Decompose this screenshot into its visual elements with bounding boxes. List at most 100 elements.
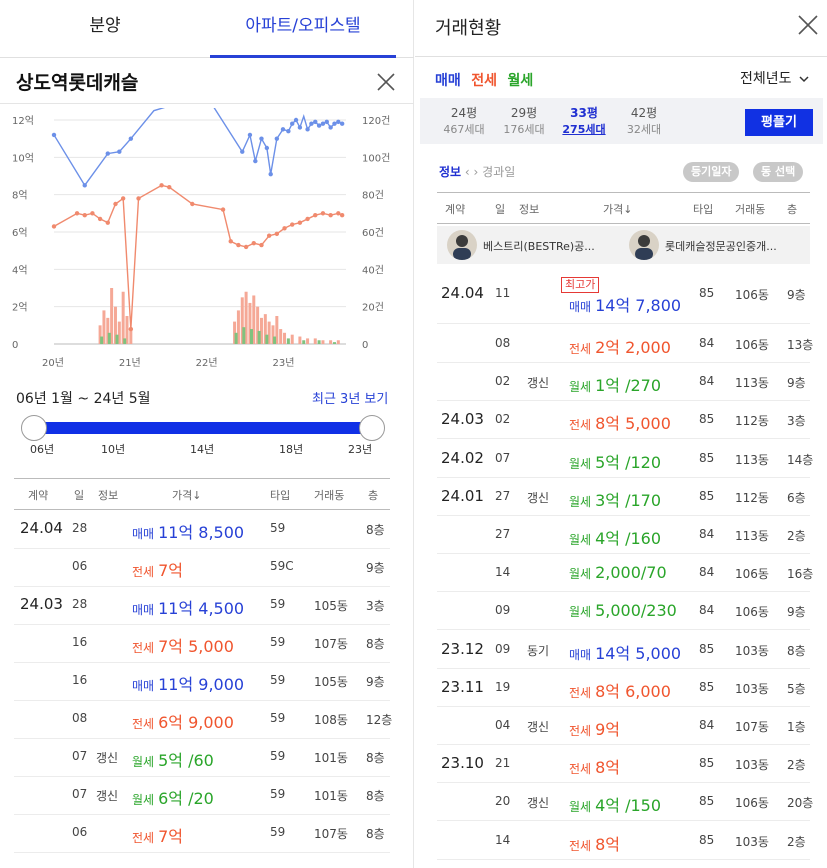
table-row[interactable]: 06 전세 7억 59C 9층 xyxy=(14,549,390,587)
header-price-sort[interactable]: 가격↓ xyxy=(603,201,632,217)
tab-apartment-officetel[interactable]: 아파트/오피스텔 xyxy=(210,0,396,58)
divider xyxy=(415,56,827,57)
size-area: 24평 xyxy=(450,106,478,120)
table-row[interactable]: 24.03 28 매매 11억 4,500 59 105동 3층 xyxy=(14,587,390,625)
table-row[interactable]: 07 갱신 월세 5억 /60 59 101동 8층 xyxy=(14,739,390,777)
table-row[interactable]: 24.04 11 매매 14억 7,800 85 106동 9층 xyxy=(437,264,810,324)
price-value: 9억 xyxy=(595,720,620,739)
year-filter-dropdown[interactable]: 전체년도 xyxy=(740,68,809,88)
dong-select-button[interactable]: 동 선택 xyxy=(753,162,804,182)
building-dong: 107동 xyxy=(314,637,348,651)
volume-bar xyxy=(317,340,321,344)
table-row[interactable]: 23.12 09 동기 매매 14억 5,000 85 103동 8층 xyxy=(437,631,810,669)
info-toggle[interactable]: 정보 ‹ › 경과일 xyxy=(439,163,515,180)
recent-3-years-button[interactable]: 최근 3년 보기 xyxy=(312,388,388,407)
contract-day: 09 xyxy=(495,603,511,618)
header-day: 일 xyxy=(495,203,506,216)
price-value: 2억 2,000 xyxy=(595,338,671,357)
deal-kind: 전세 xyxy=(132,641,155,655)
deal-kind: 전세 xyxy=(569,838,592,853)
period-slider-track[interactable] xyxy=(34,422,372,434)
price-point xyxy=(243,244,249,250)
volume-bar xyxy=(321,340,325,344)
deal-kind: 전세 xyxy=(569,724,592,738)
price-point xyxy=(128,136,134,141)
table-row[interactable]: 24.03 02 전세 8억 5,000 85 112동 3층 xyxy=(437,401,810,440)
price-point xyxy=(316,123,322,128)
deal-kind: 월세 xyxy=(569,605,592,620)
table-row[interactable]: 24.01 27 갱신 월세 3억 /170 85 112동 6층 xyxy=(437,478,810,516)
deal-kind: 월세 xyxy=(569,494,592,509)
unit-type: 59C xyxy=(270,559,294,573)
header-price-sort[interactable]: 가격↓ xyxy=(172,487,201,503)
period-slider-end-handle[interactable] xyxy=(359,415,385,441)
price-value: 8억 6,000 xyxy=(595,681,671,701)
close-icon[interactable] xyxy=(372,68,400,96)
y-left-tick-label: 4억 xyxy=(12,264,28,276)
deal-kind: 매매 xyxy=(132,527,155,541)
close-icon[interactable] xyxy=(795,12,821,38)
size-households: 176세대 xyxy=(503,123,545,136)
table-row[interactable]: 24.02 07 월세 5억 /120 85 113동 14층 xyxy=(437,440,813,478)
deal-kind: 월세 xyxy=(132,793,155,807)
deal-kind: 월세 xyxy=(569,380,592,395)
left-panel: 분양 아파트/오피스텔 상도역롯데캐슬 12억 120건 10억 100건 8억 80건 6… xyxy=(0,0,414,868)
table-row[interactable]: 27 월세 4억 /160 84 113동 2층 xyxy=(437,516,810,554)
filter-jeonse[interactable]: 전세 xyxy=(471,73,497,89)
price-point xyxy=(324,119,329,125)
floor: 6층 xyxy=(787,490,806,505)
price-value: 14억 5,000 xyxy=(595,643,682,663)
table-row[interactable]: 06 전세 7억 59 107동 8층 xyxy=(14,815,390,853)
table-row[interactable]: 09 월세 5,000/230 84 106동 9층 xyxy=(437,592,810,631)
unit-type: 85 xyxy=(699,832,715,847)
header-type: 타입 xyxy=(693,203,714,216)
period-slider-start-handle[interactable] xyxy=(21,415,47,441)
price-point xyxy=(113,201,118,207)
header-contract: 계약 xyxy=(28,489,49,502)
swap-arrows-icon: ‹ › xyxy=(464,165,483,179)
floor: 12층 xyxy=(366,713,393,727)
contract-month: 24.03 xyxy=(441,410,484,429)
table-row[interactable]: 16 매매 11억 9,000 59 105동 9층 xyxy=(14,663,390,701)
table-row[interactable]: 02 갱신 월세 1억 /270 84 113동 9층 xyxy=(437,363,810,402)
contract-day: 14 xyxy=(495,565,511,580)
tab-bar: 분양 아파트/오피스텔 xyxy=(0,0,414,58)
table-row[interactable]: 23.10 21 전세 8억 85 103동 2층 xyxy=(437,745,810,784)
size-option-24[interactable]: 24평 467세대 xyxy=(436,104,492,137)
table-row[interactable]: 08 전세 2억 2,000 84 106동 13층 xyxy=(437,325,813,363)
unit-type: 59 xyxy=(270,597,286,611)
table-row[interactable]: 14 전세 8억 85 103동 2층 xyxy=(437,822,810,860)
price: 월세 3억 /170 xyxy=(569,487,661,511)
size-option-33[interactable]: 33평 275세대 xyxy=(556,104,612,137)
table-row[interactable]: 20 갱신 월세 4억 /150 85 106동 20층 xyxy=(437,783,813,822)
price-point xyxy=(90,211,95,216)
contract-day: 04 xyxy=(495,718,511,732)
price: 전세 2억 2,000 xyxy=(569,334,671,358)
price: 매매 14억 5,000 xyxy=(569,640,681,664)
registry-date-button[interactable]: 등기일자 xyxy=(683,162,740,182)
slider-tick: 14년 xyxy=(190,443,215,456)
area-convert-button[interactable]: 평플기 xyxy=(745,109,813,136)
deal-kind: 매매 xyxy=(569,300,592,314)
table-row[interactable]: 08 전세 6억 9,000 59 108동 12층 xyxy=(14,701,393,739)
unit-type: 84 xyxy=(699,603,715,618)
table-row[interactable]: 04 갱신 전세 9억 84 107동 1층 xyxy=(437,707,810,745)
table-row[interactable]: 23.11 19 전세 8억 6,000 85 103동 5층 xyxy=(437,669,810,707)
y-left-tick-label: 0 xyxy=(12,340,18,351)
table-row[interactable]: 14 월세 2,000/70 84 106동 16층 xyxy=(437,554,813,593)
filter-sale[interactable]: 매매 xyxy=(435,73,461,89)
price-point xyxy=(305,127,310,132)
tab-presale[interactable]: 분양 xyxy=(0,0,210,58)
price-point xyxy=(266,233,272,238)
filter-monthly[interactable]: 월세 xyxy=(507,73,533,89)
table-row[interactable]: 24.04 28 매매 11억 8,500 59 8층 xyxy=(14,511,390,549)
table-row[interactable]: 16 전세 7억 5,000 59 107동 8층 xyxy=(14,625,390,663)
size-option-42[interactable]: 42평 32세대 xyxy=(616,104,672,137)
unit-type: 85 xyxy=(699,286,715,300)
size-option-29[interactable]: 29평 176세대 xyxy=(496,104,552,137)
price-point xyxy=(320,211,326,216)
table-row[interactable]: 07 갱신 월세 6억 /20 59 101동 8층 xyxy=(14,777,390,815)
contract-day: 11 xyxy=(495,286,511,300)
header-dong: 거래동 xyxy=(735,203,766,216)
floor: 2층 xyxy=(787,529,806,543)
